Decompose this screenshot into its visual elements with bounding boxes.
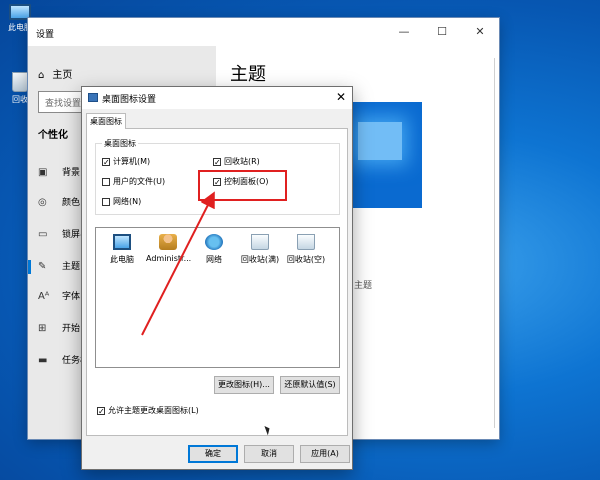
home-link[interactable]: ⌂ 主页 — [38, 66, 72, 81]
image-icon: ▣ — [38, 167, 48, 178]
list-item-administrator[interactable]: Administr... — [146, 234, 192, 263]
sidebar-item-label: 背景 — [62, 168, 81, 178]
checkbox-label: 回收站(R) — [224, 157, 260, 166]
user-folder-icon — [159, 234, 177, 250]
dialog-close-icon[interactable]: ✕ — [336, 90, 346, 104]
windows-logo-icon — [358, 122, 402, 160]
list-item-label: 网络 — [206, 255, 222, 264]
icon-checkbox-group: 桌面图标 ✓ 计算机(M) ✓ 回收站(R) 用户的文件(U) ✓ 控制面板(O) 网… — [95, 138, 340, 215]
settings-titlebar[interactable]: 设置 — ☐ ✕ — [28, 18, 499, 46]
checkbox-box[interactable] — [102, 197, 110, 206]
partial-text: 主题 — [354, 281, 373, 291]
dialog-title: 桌面图标设置 — [102, 95, 157, 105]
checkbox-box[interactable]: ✓ — [97, 406, 105, 415]
sidebar-item-label: 开始 — [62, 324, 81, 334]
recycle-bin-full-icon — [251, 234, 269, 250]
cancel-button[interactable]: 取消 — [244, 445, 294, 463]
sidebar-item-label: 颜色 — [62, 198, 81, 208]
mouse-cursor-icon — [264, 424, 272, 436]
home-label: 主页 — [52, 70, 73, 81]
list-item-label: 回收站(空) — [286, 255, 326, 264]
home-icon: ⌂ — [38, 70, 45, 81]
list-item-label: 此电脑 — [110, 255, 134, 264]
list-item-this-pc[interactable]: 此电脑 — [100, 234, 144, 265]
list-item-label: 回收站(满) — [240, 255, 280, 264]
change-icon-button[interactable]: 更改图标(H)... — [214, 376, 274, 394]
checkbox-recycle-bin[interactable]: ✓ 回收站(R) — [213, 156, 260, 167]
list-item-label: Administr... — [146, 254, 192, 263]
apply-button[interactable]: 应用(A) — [300, 445, 350, 463]
checkbox-control-panel[interactable]: ✓ 控制面板(O) — [213, 176, 269, 187]
icon-list: 此电脑 Administr... 网络 回收站(满) 回收站(空) — [95, 227, 340, 436]
computer-icon — [113, 234, 131, 250]
start-icon: ⊞ — [38, 323, 47, 334]
tab-desktop-icons[interactable]: 桌面图标 — [86, 113, 126, 129]
checkbox-allow-themes[interactable]: ✓ 允许主题更改桌面图标(L) — [97, 405, 199, 416]
checkbox-computer[interactable]: ✓ 计算机(M) — [102, 156, 150, 167]
desktop-icon-settings-dialog: 桌面图标设置 ✕ 桌面图标 桌面图标 ✓ 计算机(M) ✓ 回收站(R) 用户的文件… — [81, 86, 353, 470]
dialog-titlebar[interactable]: 桌面图标设置 ✕ — [82, 87, 352, 109]
section-title: 个性化 — [38, 130, 68, 141]
page-title: 主题 — [230, 64, 266, 85]
recycle-bin-icon — [12, 72, 28, 92]
lockscreen-icon: ▭ — [38, 229, 48, 240]
checkbox-label: 网络(N) — [113, 197, 142, 206]
dialog-app-icon — [88, 93, 98, 102]
network-icon — [205, 234, 223, 250]
group-label: 桌面图标 — [102, 138, 138, 149]
sidebar-item-label: 字体 — [62, 292, 81, 302]
checkbox-box[interactable]: ✓ — [213, 177, 221, 186]
checkbox-label: 控制面板(O) — [224, 177, 269, 186]
tab-panel: 桌面图标 ✓ 计算机(M) ✓ 回收站(R) 用户的文件(U) ✓ 控制面板(O) 网… — [86, 128, 348, 436]
taskbar-icon: ▬ — [38, 355, 48, 366]
desktop-icon-label: 回收 — [12, 95, 28, 104]
scrollbar[interactable] — [494, 58, 495, 428]
font-icon: Aᴬ — [38, 291, 50, 302]
restore-default-button[interactable]: 还原默认值(S) — [280, 376, 340, 394]
close-button[interactable]: ✕ — [461, 18, 499, 46]
sidebar-item-label: 主题 — [62, 262, 81, 272]
list-item-recycle-bin-full[interactable]: 回收站(满) — [238, 234, 282, 265]
window-title: 设置 — [36, 30, 55, 40]
checkbox-label: 用户的文件(U) — [113, 177, 166, 186]
checkbox-label: 允许主题更改桌面图标(L) — [108, 406, 199, 415]
checkbox-user-files[interactable]: 用户的文件(U) — [102, 176, 165, 187]
theme-icon: ✎ — [38, 261, 47, 272]
list-item-recycle-bin-empty[interactable]: 回收站(空) — [284, 234, 328, 265]
list-item-network[interactable]: 网络 — [192, 234, 236, 265]
checkbox-box[interactable] — [102, 177, 110, 186]
recycle-bin-empty-icon — [297, 234, 315, 250]
checkbox-box[interactable]: ✓ — [102, 157, 110, 166]
minimize-button[interactable]: — — [385, 18, 423, 46]
ok-button[interactable]: 确定 — [188, 445, 238, 463]
palette-icon: ◎ — [38, 197, 47, 208]
checkbox-box[interactable]: ✓ — [213, 157, 221, 166]
checkbox-network[interactable]: 网络(N) — [102, 196, 141, 207]
checkbox-label: 计算机(M) — [113, 157, 151, 166]
maximize-button[interactable]: ☐ — [423, 18, 461, 46]
